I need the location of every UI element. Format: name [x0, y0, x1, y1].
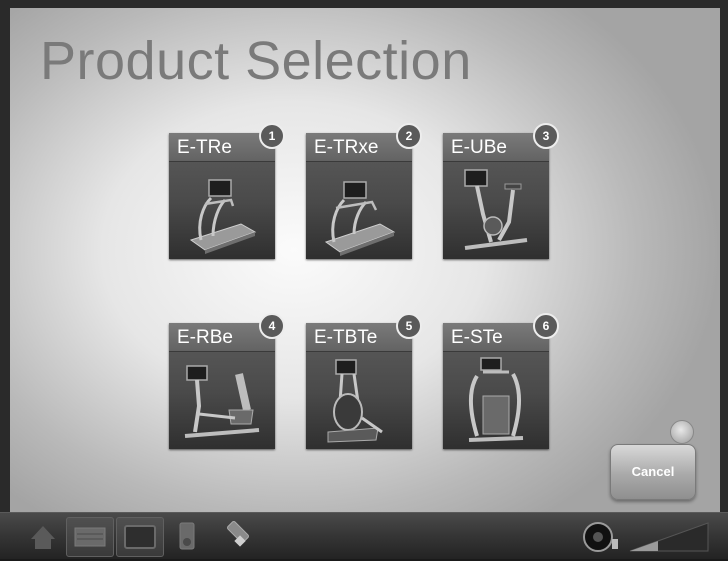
- main-stage: Product Selection E-TRe 1 E-TRxe 2 E-UBe…: [10, 8, 720, 512]
- speaker-icon: [583, 522, 618, 552]
- ipod-button[interactable]: [164, 517, 210, 555]
- product-label: E-TBTe: [314, 327, 378, 348]
- taskbar: [0, 512, 728, 559]
- product-label: E-TRe: [177, 137, 232, 158]
- recumbent-bike-icon: [184, 365, 260, 438]
- treadmill-icon: [189, 179, 257, 254]
- volume-level-icon[interactable]: [628, 521, 712, 553]
- power-icon: [670, 420, 694, 444]
- product-number-badge: 1: [259, 123, 285, 149]
- monitor-icon: [124, 525, 156, 549]
- page-title: Product Selection: [40, 31, 472, 91]
- product-tile-e-tbte[interactable]: E-TBTe 5: [306, 313, 422, 449]
- usb-drive-icon: [227, 521, 249, 547]
- keyboard-button[interactable]: [66, 517, 114, 557]
- product-number-badge: 5: [396, 313, 422, 339]
- home-icon: [31, 526, 55, 549]
- product-label: E-UBe: [451, 137, 507, 158]
- product-tile-e-ste[interactable]: E-STe 6: [443, 313, 559, 449]
- product-tile-e-trxe[interactable]: E-TRxe 2: [306, 123, 422, 259]
- product-tile-e-ube[interactable]: E-UBe 3: [443, 123, 559, 259]
- keyboard-icon: [74, 527, 106, 547]
- stepper-icon: [468, 357, 524, 442]
- product-number-badge: 4: [259, 313, 285, 339]
- product-tile-e-rbe[interactable]: E-RBe 4: [169, 313, 285, 449]
- product-label: E-TRxe: [314, 137, 379, 158]
- product-number-badge: 3: [533, 123, 559, 149]
- cancel-button[interactable]: Cancel: [610, 444, 696, 500]
- screen: Product Selection E-TRe 1 E-TRxe 2 E-UBe…: [0, 0, 728, 559]
- usb-button[interactable]: [214, 517, 260, 555]
- elliptical-icon: [327, 359, 383, 443]
- product-number-badge: 6: [533, 313, 559, 339]
- product-number-badge: 2: [396, 123, 422, 149]
- home-button[interactable]: [20, 517, 66, 555]
- product-label: E-STe: [451, 327, 503, 348]
- product-tile-e-tre[interactable]: E-TRe 1: [169, 123, 285, 259]
- ipod-icon: [179, 522, 195, 550]
- product-label: E-RBe: [177, 327, 233, 348]
- upright-bike-icon: [464, 169, 528, 250]
- display-button[interactable]: [116, 517, 164, 557]
- audio-button[interactable]: [578, 517, 624, 555]
- treadmill-icon: [324, 181, 396, 256]
